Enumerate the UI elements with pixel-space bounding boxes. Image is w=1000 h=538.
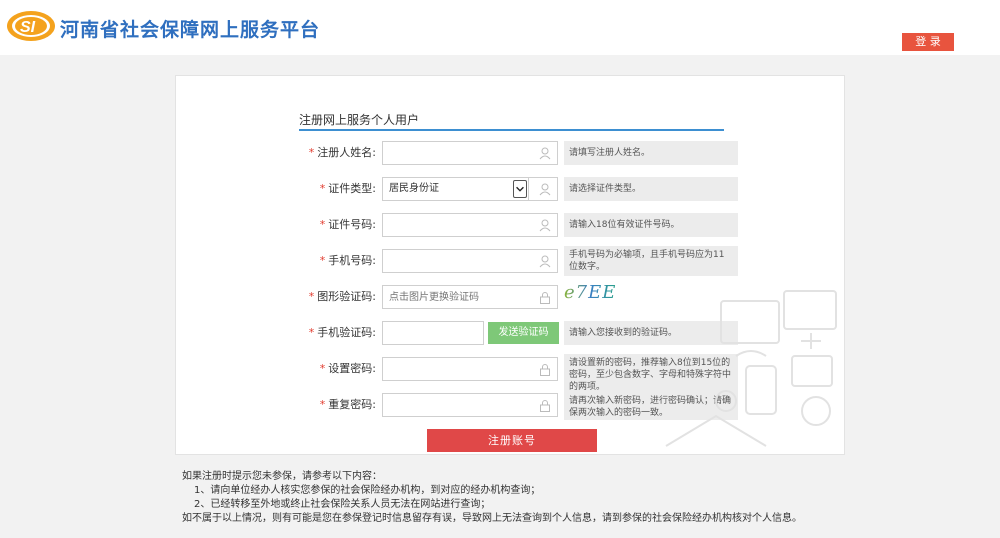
id-type-label: * 证件类型:: [319, 182, 376, 195]
name-field[interactable]: [382, 141, 558, 165]
registration-card: 注册网上服务个人用户 * 注册人姓名: 请填写注册人姓名。 * 证件类型: 居民身份…: [175, 75, 845, 455]
repeat-password-input[interactable]: [389, 397, 539, 413]
required-star: *: [319, 398, 326, 411]
sms-code-label: * 手机验证码:: [308, 326, 376, 339]
user-icon: [539, 219, 551, 232]
lock-icon: [540, 364, 550, 376]
id-type-hint: 请选择证件类型。: [564, 177, 738, 201]
logo-text: SI: [20, 19, 36, 36]
form-title: 注册网上服务个人用户: [299, 113, 420, 127]
name-label: * 注册人姓名:: [308, 146, 376, 159]
user-icon: [539, 183, 551, 196]
captcha-field[interactable]: [382, 285, 558, 309]
required-star: *: [308, 290, 315, 303]
password-label: * 设置密码:: [319, 362, 376, 375]
sms-code-field[interactable]: [382, 321, 484, 345]
user-icon: [539, 147, 551, 160]
register-submit-button[interactable]: 注册账号: [427, 429, 597, 452]
registration-notes: 如果注册时提示您未参保，请参考以下内容： 1、请向单位经办人核实您参保的社会保险…: [182, 470, 802, 526]
notes-intro: 如果注册时提示您未参保，请参考以下内容：: [182, 471, 382, 482]
id-number-input[interactable]: [389, 217, 539, 233]
required-star: *: [319, 254, 326, 267]
phone-input[interactable]: [389, 253, 539, 269]
login-button[interactable]: 登 录: [902, 33, 954, 51]
site-title: 河南省社会保障网上服务平台: [60, 19, 321, 41]
id-number-label: * 证件号码:: [319, 218, 376, 231]
password-input[interactable]: [389, 361, 539, 377]
name-input[interactable]: [389, 145, 539, 161]
notes-item-2: 2、已经转移至外地或终止社会保险关系人员无法在网站进行查询；: [194, 499, 491, 510]
background-illustration: [665, 290, 837, 447]
required-star: *: [319, 182, 326, 195]
top-header: SI 河南省社会保障网上服务平台 登 录: [0, 0, 1000, 55]
phone-field[interactable]: [382, 249, 558, 273]
required-star: *: [308, 146, 315, 159]
repeat-password-label: * 重复密码:: [319, 398, 376, 411]
lock-icon: [540, 400, 550, 412]
required-star: *: [319, 218, 326, 231]
name-hint: 请填写注册人姓名。: [564, 141, 738, 165]
notes-outro: 如不属于以上情况，则有可能是您在参保登记时信息留存有误，导致网上无法查询到个人信…: [182, 513, 802, 524]
sms-code-input[interactable]: [389, 325, 479, 341]
user-icon: [539, 255, 551, 268]
id-number-field[interactable]: [382, 213, 558, 237]
repeat-password-field[interactable]: [382, 393, 558, 417]
captcha-input[interactable]: [389, 289, 539, 305]
notes-item-1: 1、请向单位经办人核实您参保的社会保险经办机构，到对应的经办机构查询；: [194, 485, 541, 496]
id-type-value: 居民身份证: [389, 183, 439, 194]
logo-icon: SI: [7, 11, 55, 41]
phone-label: * 手机号码:: [319, 254, 376, 267]
required-star: *: [319, 362, 326, 375]
captcha-label: * 图形验证码:: [308, 290, 376, 303]
id-type-icon-cell: [529, 177, 558, 201]
send-code-button[interactable]: 发送验证码: [488, 322, 559, 344]
title-underline: [299, 129, 724, 131]
chevron-down-icon[interactable]: [513, 180, 527, 198]
password-field[interactable]: [382, 357, 558, 381]
id-type-select[interactable]: 居民身份证: [382, 177, 529, 201]
id-number-hint: 请输入18位有效证件号码。: [564, 213, 738, 237]
required-star: *: [308, 326, 315, 339]
lock-icon: [540, 292, 550, 304]
